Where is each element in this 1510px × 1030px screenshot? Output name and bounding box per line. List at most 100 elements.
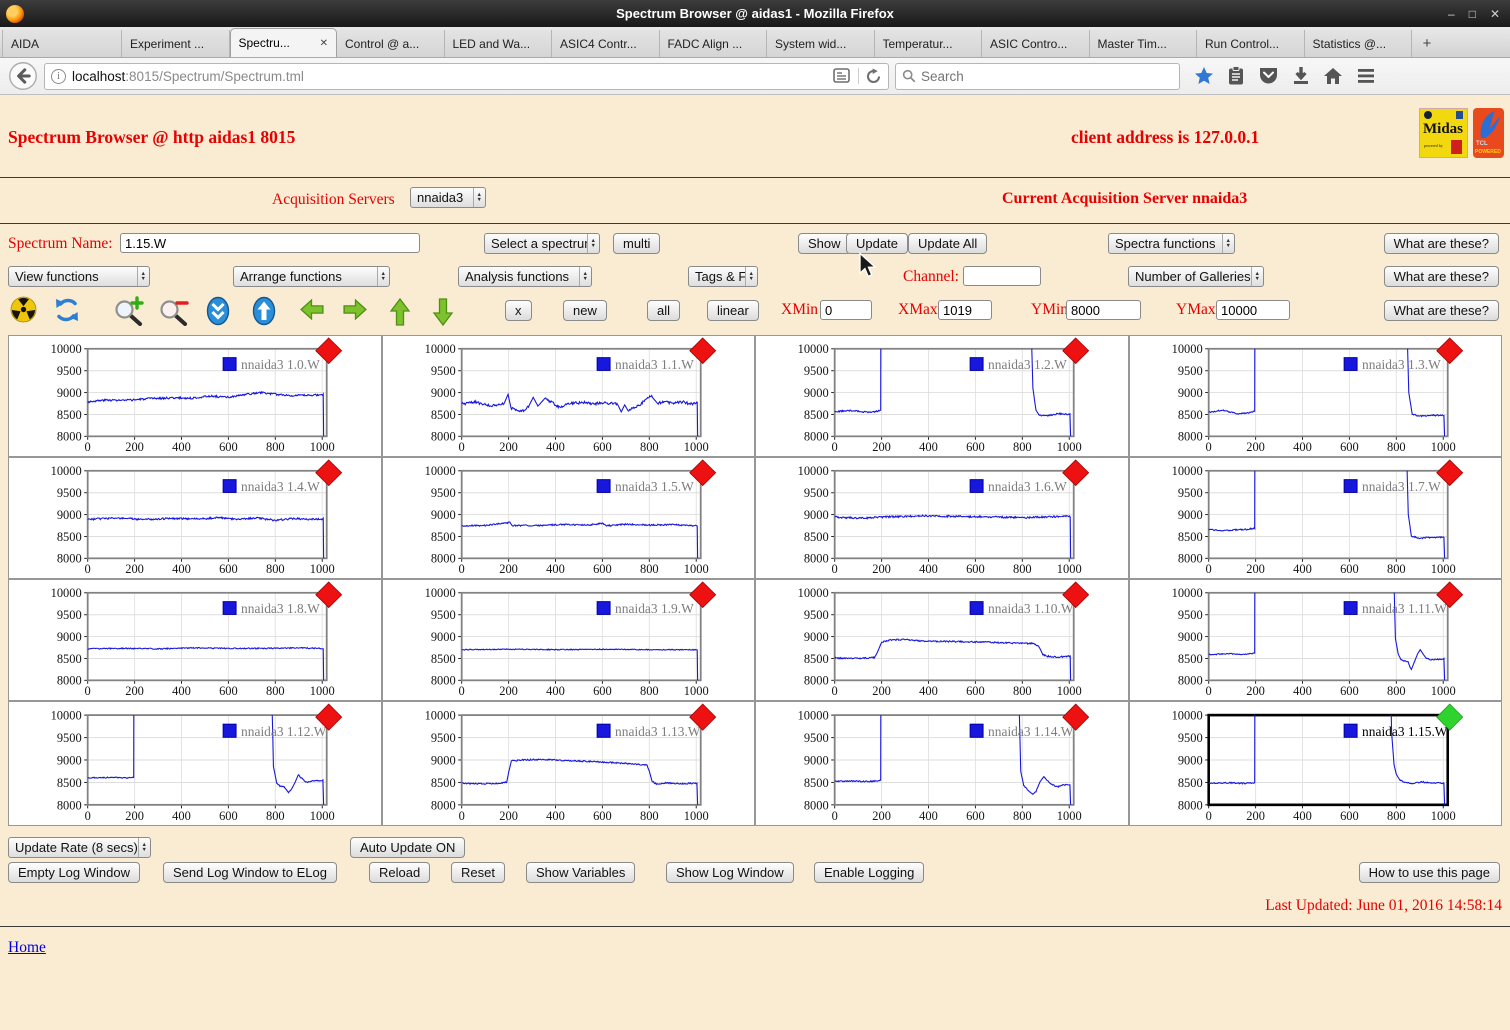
search-input[interactable] — [921, 69, 1151, 84]
linear-button[interactable]: linear — [707, 300, 759, 321]
home-link[interactable]: Home — [8, 939, 46, 957]
spectrum-name-input[interactable] — [120, 233, 420, 253]
spectrum-cell-1.0.W[interactable]: 02004006008001000800085009000950010000nn… — [8, 335, 382, 457]
clipboard-icon[interactable] — [1227, 66, 1245, 86]
update-all-button[interactable]: Update All — [908, 233, 987, 254]
what-are-these-button-2[interactable]: What are these? — [1384, 266, 1499, 287]
show-variables-button[interactable]: Show Variables — [526, 862, 635, 883]
analysis-functions-select[interactable]: Analysis functions▲▼ — [458, 266, 592, 287]
spectrum-cell-1.14.W[interactable]: 02004006008001000800085009000950010000nn… — [755, 701, 1129, 826]
spectrum-cell-1.1.W[interactable]: 02004006008001000800085009000950010000nn… — [382, 335, 756, 457]
spectrum-cell-1.4.W[interactable]: 02004006008001000800085009000950010000nn… — [8, 457, 382, 579]
tab-run-control[interactable]: Run Control... — [1197, 30, 1305, 57]
multi-button[interactable]: multi — [613, 233, 660, 254]
spectrum-cell-1.13.W[interactable]: 02004006008001000800085009000950010000nn… — [382, 701, 756, 826]
all-button[interactable]: all — [647, 300, 680, 321]
tab-statistics[interactable]: Statistics @... — [1305, 30, 1413, 57]
radiation-icon[interactable] — [10, 296, 37, 323]
x-tick-label: 200 — [125, 684, 144, 698]
download-icon[interactable] — [1292, 66, 1310, 86]
tab-asic-contro[interactable]: ASIC Contro... — [982, 30, 1090, 57]
arrow-down-icon[interactable] — [430, 296, 456, 328]
arrow-right-icon[interactable] — [338, 296, 372, 323]
view-functions-select[interactable]: View functions▲▼ — [8, 266, 150, 287]
close-button[interactable]: ✕ — [1490, 7, 1500, 21]
spectrum-cell-1.9.W[interactable]: 02004006008001000800085009000950010000nn… — [382, 579, 756, 701]
tab-led-and-wa[interactable]: LED and Wa... — [445, 30, 553, 57]
tab-experiment[interactable]: Experiment ... — [122, 30, 230, 57]
show-button[interactable]: Show — [798, 233, 851, 254]
number-of-galleries-select[interactable]: Number of Galleries▲▼ — [1128, 266, 1264, 287]
acquisition-server-select[interactable]: nnaida3 ▲▼ — [410, 187, 486, 208]
refresh-icon[interactable] — [53, 296, 81, 324]
tab-aida[interactable]: AIDA — [2, 30, 122, 57]
spectrum-cell-1.2.W[interactable]: 02004006008001000800085009000950010000nn… — [755, 335, 1129, 457]
minimize-button[interactable]: – — [1448, 7, 1455, 21]
tab-fadc-align[interactable]: FADC Align ... — [660, 30, 768, 57]
search-box[interactable] — [895, 63, 1180, 90]
how-to-use-button[interactable]: How to use this page — [1359, 862, 1500, 883]
xmax-label: XMax — [898, 301, 938, 319]
new-button[interactable]: new — [563, 300, 607, 321]
auto-update-button[interactable]: Auto Update ON — [350, 837, 465, 858]
ymin-input[interactable] — [1066, 300, 1141, 320]
bookmark-star-icon[interactable] — [1194, 66, 1214, 86]
x-tick-label: 1000 — [1057, 440, 1082, 454]
tab-control-a[interactable]: Control @ a... — [337, 30, 445, 57]
maximize-button[interactable]: □ — [1469, 7, 1476, 21]
zoom-out-icon[interactable] — [158, 296, 190, 326]
x-tick-label: 600 — [1340, 440, 1359, 454]
spectrum-cell-1.5.W[interactable]: 02004006008001000800085009000950010000nn… — [382, 457, 756, 579]
tab-system-wid[interactable]: System wid... — [767, 30, 875, 57]
log-button-row: How to use this page Empty Log Window Sen… — [0, 862, 1510, 885]
reset-button[interactable]: Reset — [451, 862, 505, 883]
reload-button[interactable]: Reload — [369, 862, 430, 883]
spectrum-cell-1.10.W[interactable]: 02004006008001000800085009000950010000nn… — [755, 579, 1129, 701]
y-tick-label: 9500 — [430, 364, 455, 378]
zoom-in-icon[interactable] — [113, 296, 145, 326]
expand-vertical-icon[interactable] — [251, 296, 277, 326]
new-tab-button[interactable]: + — [1412, 30, 1442, 57]
spectrum-cell-1.8.W[interactable]: 02004006008001000800085009000950010000nn… — [8, 579, 382, 701]
spectrum-cell-1.11.W[interactable]: 02004006008001000800085009000950010000nn… — [1129, 579, 1503, 701]
what-are-these-button-1[interactable]: What are these? — [1384, 233, 1499, 254]
arrow-up-icon[interactable] — [387, 296, 413, 328]
update-rate-select[interactable]: Update Rate (8 secs)▲▼ — [8, 837, 151, 858]
tab-master-tim[interactable]: Master Tim... — [1090, 30, 1198, 57]
spectrum-plot: 02004006008001000800085009000950010000nn… — [383, 580, 755, 700]
select-a-spectrum-select[interactable]: Select a spectrum▲▼ — [484, 233, 600, 254]
tab-temperatur[interactable]: Temperatur... — [875, 30, 983, 57]
spectrum-cell-1.7.W[interactable]: 02004006008001000800085009000950010000nn… — [1129, 457, 1503, 579]
info-icon[interactable]: i — [51, 69, 66, 84]
menu-icon[interactable] — [1356, 67, 1376, 85]
arrow-left-icon[interactable] — [295, 296, 329, 323]
pocket-icon[interactable] — [1258, 66, 1279, 86]
back-icon[interactable] — [8, 61, 38, 91]
tab-spectru[interactable]: Spectru...✕ — [230, 28, 338, 57]
url-bar[interactable]: i localhost:8015/Spectrum/Spectrum.tml — [44, 63, 889, 90]
spectrum-cell-1.15.W[interactable]: 02004006008001000800085009000950010000nn… — [1129, 701, 1503, 826]
tags-fits-select[interactable]: Tags & Fits▲▼ — [688, 266, 758, 287]
spectrum-cell-1.6.W[interactable]: 02004006008001000800085009000950010000nn… — [755, 457, 1129, 579]
ymax-input[interactable] — [1216, 300, 1290, 320]
compress-vertical-icon[interactable] — [205, 296, 231, 326]
update-button[interactable]: Update — [846, 233, 908, 254]
arrange-functions-select[interactable]: Arrange functions▲▼ — [233, 266, 390, 287]
reload-icon[interactable] — [865, 68, 882, 85]
empty-log-window-button[interactable]: Empty Log Window — [8, 862, 140, 883]
tab-close-icon[interactable]: ✕ — [320, 38, 328, 49]
tab-asic4-contr[interactable]: ASIC4 Contr... — [552, 30, 660, 57]
channel-input[interactable] — [963, 266, 1041, 286]
xmin-input[interactable] — [820, 300, 872, 320]
spectrum-cell-1.3.W[interactable]: 02004006008001000800085009000950010000nn… — [1129, 335, 1503, 457]
xmax-input[interactable] — [938, 300, 992, 320]
spectrum-cell-1.12.W[interactable]: 02004006008001000800085009000950010000nn… — [8, 701, 382, 826]
show-log-window-button[interactable]: Show Log Window — [666, 862, 794, 883]
spectra-functions-select[interactable]: Spectra functions▲▼ — [1108, 233, 1235, 254]
home-icon[interactable] — [1323, 66, 1343, 86]
what-are-these-button-3[interactable]: What are these? — [1384, 300, 1499, 321]
enable-logging-button[interactable]: Enable Logging — [814, 862, 924, 883]
x-button[interactable]: x — [505, 300, 532, 321]
reader-mode-icon[interactable] — [833, 68, 852, 84]
send-log-window-to-elog-button[interactable]: Send Log Window to ELog — [163, 862, 337, 883]
